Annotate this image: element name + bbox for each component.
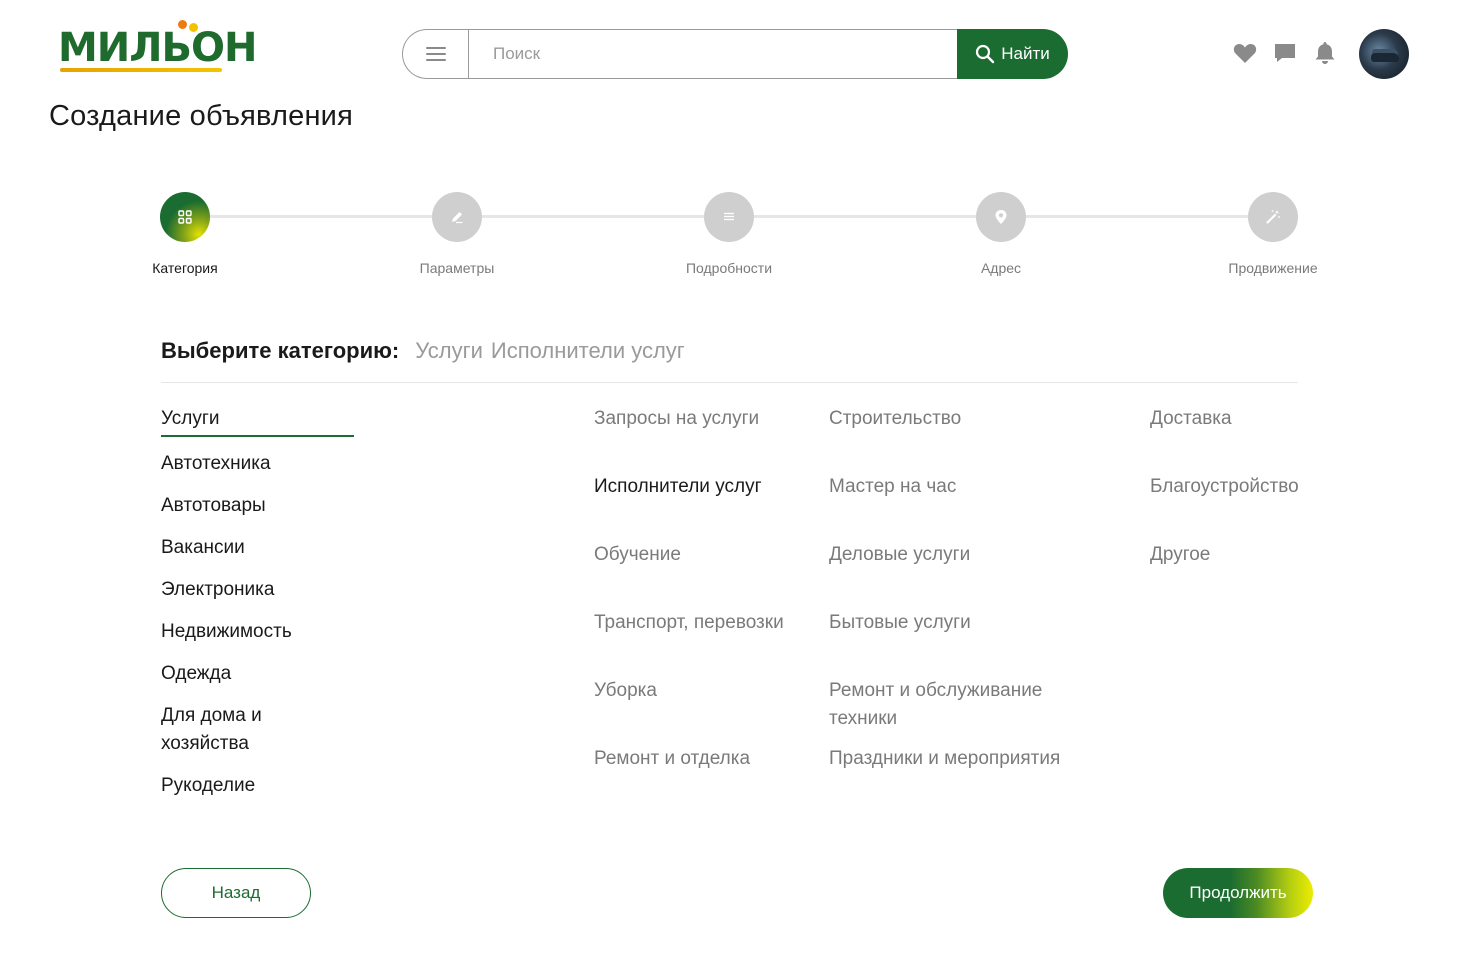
breadcrumb-item[interactable]: Услуги — [415, 338, 483, 364]
subcategory-item[interactable]: Праздники и мероприятия — [829, 745, 1060, 773]
category-item-services[interactable]: Услуги — [161, 405, 354, 437]
subcategory-item[interactable]: Деловые услуги — [829, 541, 970, 569]
subcategory-item-selected[interactable]: Исполнители услуг — [594, 473, 762, 501]
step-category[interactable] — [160, 192, 210, 242]
step-label-parameters: Параметры — [419, 260, 495, 276]
location-pin-icon — [995, 210, 1007, 224]
category-item-real-estate[interactable]: Недвижимость — [161, 618, 361, 646]
category-prompt: Выберите категорию: — [161, 338, 400, 363]
subcategory-item[interactable]: Другое — [1150, 541, 1210, 569]
subcategory-item[interactable]: Мастер на час — [829, 473, 956, 501]
magic-wand-icon — [1266, 210, 1280, 224]
subcategory-item[interactable]: Бытовые услуги — [829, 609, 971, 637]
step-parameters[interactable] — [432, 192, 482, 242]
subcategory-item[interactable]: Транспорт, перевозки — [594, 609, 784, 637]
category-item-electronics[interactable]: Электроника — [161, 576, 361, 604]
step-label-details: Подробности — [685, 260, 773, 276]
step-address[interactable] — [976, 192, 1026, 242]
pencil-icon — [452, 212, 463, 224]
subcategory-item[interactable]: Доставка — [1150, 405, 1232, 433]
continue-button[interactable]: Продолжить — [1163, 868, 1313, 918]
subcategory-item[interactable]: Уборка — [594, 677, 657, 705]
step-label-promotion: Продвижение — [1228, 260, 1318, 276]
category-item-handicraft[interactable]: Рукоделие — [161, 772, 361, 800]
back-button[interactable]: Назад — [161, 868, 311, 918]
category-item-home[interactable]: Для дома и хозяйства — [161, 702, 301, 758]
subcategory-item[interactable]: Ремонт и обслуживание техники — [829, 677, 1069, 733]
breadcrumb-item[interactable]: Исполнители услуг — [491, 338, 685, 364]
stepper-connector — [210, 215, 432, 218]
subcategory-item[interactable]: Строительство — [829, 405, 961, 433]
step-details[interactable] — [704, 192, 754, 242]
list-icon — [724, 212, 734, 221]
stepper-connector — [1026, 215, 1248, 218]
progress-stepper: Категория Параметры Подробности Адрес Пр… — [0, 0, 1457, 300]
divider — [161, 382, 1298, 383]
stepper-connector — [754, 215, 976, 218]
step-promotion[interactable] — [1248, 192, 1298, 242]
subcategory-item[interactable]: Обучение — [594, 541, 681, 569]
stepper-connector — [482, 215, 704, 218]
subcategory-item[interactable]: Ремонт и отделка — [594, 745, 750, 773]
category-item-clothes[interactable]: Одежда — [161, 660, 361, 688]
main-category-list: Услуги Автотехника Автотовары Вакансии Э… — [161, 405, 361, 814]
category-item-jobs[interactable]: Вакансии — [161, 534, 361, 562]
grid-icon — [178, 210, 192, 224]
category-item-auto-goods[interactable]: Автотовары — [161, 492, 361, 520]
category-header: Выберите категорию: Услуги Исполнители у… — [161, 338, 685, 364]
step-label-category: Категория — [152, 260, 218, 276]
subcategory-item[interactable]: Благоустройство — [1150, 473, 1299, 501]
step-label-address: Адрес — [980, 260, 1022, 276]
category-item-auto[interactable]: Автотехника — [161, 450, 361, 478]
subcategory-item[interactable]: Запросы на услуги — [594, 405, 759, 433]
